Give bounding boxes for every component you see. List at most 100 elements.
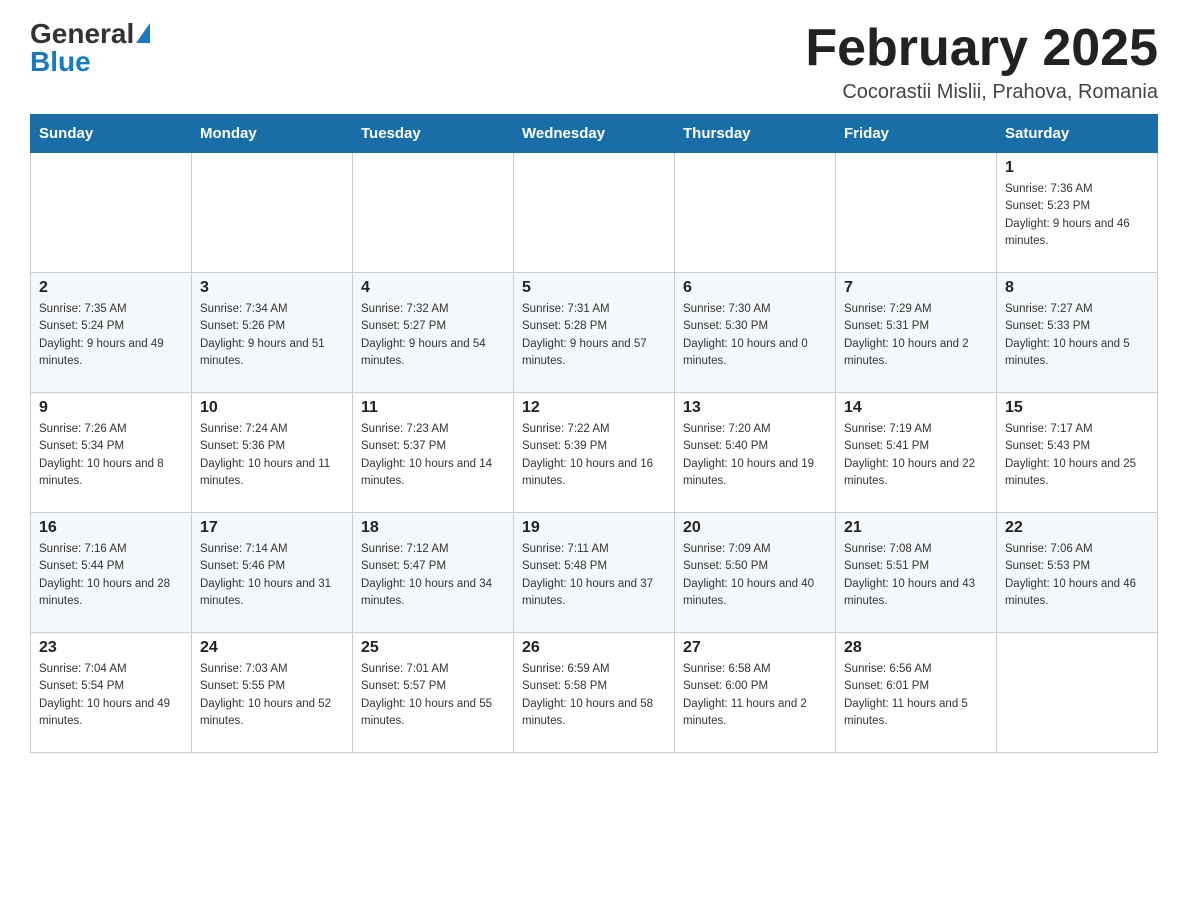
calendar-day-cell bbox=[31, 153, 192, 273]
calendar-day-cell: 13 Sunrise: 7:20 AM Sunset: 5:40 PM Dayli… bbox=[675, 393, 836, 513]
calendar-day-cell bbox=[836, 153, 997, 273]
day-info: Sunrise: 7:06 AM Sunset: 5:53 PM Dayligh… bbox=[1005, 541, 1149, 610]
day-info: Sunrise: 6:58 AM Sunset: 6:00 PM Dayligh… bbox=[683, 661, 827, 730]
calendar-week-row: 16 Sunrise: 7:16 AM Sunset: 5:44 PM Dayli… bbox=[31, 513, 1158, 633]
day-number: 9 bbox=[39, 399, 183, 417]
calendar-day-cell: 25 Sunrise: 7:01 AM Sunset: 5:57 PM Dayli… bbox=[353, 633, 514, 753]
day-info: Sunrise: 7:27 AM Sunset: 5:33 PM Dayligh… bbox=[1005, 301, 1149, 370]
day-number: 11 bbox=[361, 399, 505, 417]
day-number: 25 bbox=[361, 639, 505, 657]
day-number: 13 bbox=[683, 399, 827, 417]
calendar-day-cell: 11 Sunrise: 7:23 AM Sunset: 5:37 PM Dayli… bbox=[353, 393, 514, 513]
day-number: 8 bbox=[1005, 279, 1149, 297]
calendar-day-cell: 12 Sunrise: 7:22 AM Sunset: 5:39 PM Dayli… bbox=[514, 393, 675, 513]
header-sunday: Sunday bbox=[31, 115, 192, 153]
calendar-week-row: 9 Sunrise: 7:26 AM Sunset: 5:34 PM Daylig… bbox=[31, 393, 1158, 513]
day-info: Sunrise: 7:16 AM Sunset: 5:44 PM Dayligh… bbox=[39, 541, 183, 610]
header-thursday: Thursday bbox=[675, 115, 836, 153]
logo: General Blue bbox=[30, 20, 150, 76]
calendar-day-cell: 24 Sunrise: 7:03 AM Sunset: 5:55 PM Dayli… bbox=[192, 633, 353, 753]
day-number: 23 bbox=[39, 639, 183, 657]
calendar-day-cell: 5 Sunrise: 7:31 AM Sunset: 5:28 PM Daylig… bbox=[514, 273, 675, 393]
calendar-day-cell: 4 Sunrise: 7:32 AM Sunset: 5:27 PM Daylig… bbox=[353, 273, 514, 393]
day-number: 26 bbox=[522, 639, 666, 657]
calendar-table: SundayMondayTuesdayWednesdayThursdayFrid… bbox=[30, 114, 1158, 753]
day-info: Sunrise: 7:19 AM Sunset: 5:41 PM Dayligh… bbox=[844, 421, 988, 490]
calendar-title-area: February 2025 Cocorastii Mislii, Prahova… bbox=[805, 20, 1158, 104]
day-number: 22 bbox=[1005, 519, 1149, 537]
day-number: 24 bbox=[200, 639, 344, 657]
day-info: Sunrise: 7:09 AM Sunset: 5:50 PM Dayligh… bbox=[683, 541, 827, 610]
day-info: Sunrise: 7:12 AM Sunset: 5:47 PM Dayligh… bbox=[361, 541, 505, 610]
day-number: 14 bbox=[844, 399, 988, 417]
day-number: 16 bbox=[39, 519, 183, 537]
logo-triangle-icon bbox=[136, 23, 150, 43]
location-subtitle: Cocorastii Mislii, Prahova, Romania bbox=[805, 81, 1158, 104]
day-info: Sunrise: 7:14 AM Sunset: 5:46 PM Dayligh… bbox=[200, 541, 344, 610]
day-info: Sunrise: 7:04 AM Sunset: 5:54 PM Dayligh… bbox=[39, 661, 183, 730]
calendar-day-cell: 10 Sunrise: 7:24 AM Sunset: 5:36 PM Dayli… bbox=[192, 393, 353, 513]
day-number: 6 bbox=[683, 279, 827, 297]
calendar-day-cell: 18 Sunrise: 7:12 AM Sunset: 5:47 PM Dayli… bbox=[353, 513, 514, 633]
month-title: February 2025 bbox=[805, 20, 1158, 77]
day-number: 3 bbox=[200, 279, 344, 297]
day-info: Sunrise: 7:24 AM Sunset: 5:36 PM Dayligh… bbox=[200, 421, 344, 490]
calendar-week-row: 2 Sunrise: 7:35 AM Sunset: 5:24 PM Daylig… bbox=[31, 273, 1158, 393]
calendar-day-cell bbox=[192, 153, 353, 273]
day-info: Sunrise: 7:03 AM Sunset: 5:55 PM Dayligh… bbox=[200, 661, 344, 730]
calendar-day-cell: 21 Sunrise: 7:08 AM Sunset: 5:51 PM Dayli… bbox=[836, 513, 997, 633]
day-info: Sunrise: 7:35 AM Sunset: 5:24 PM Dayligh… bbox=[39, 301, 183, 370]
logo-blue-text: Blue bbox=[30, 48, 150, 76]
calendar-day-cell: 20Sunrise: 7:09 AM Sunset: 5:50 PM Dayli… bbox=[675, 513, 836, 633]
day-number: 18 bbox=[361, 519, 505, 537]
day-info: Sunrise: 7:36 AM Sunset: 5:23 PM Dayligh… bbox=[1005, 181, 1149, 250]
calendar-day-cell: 23 Sunrise: 7:04 AM Sunset: 5:54 PM Dayli… bbox=[31, 633, 192, 753]
day-info: Sunrise: 7:08 AM Sunset: 5:51 PM Dayligh… bbox=[844, 541, 988, 610]
day-info: Sunrise: 7:34 AM Sunset: 5:26 PM Dayligh… bbox=[200, 301, 344, 370]
day-info: Sunrise: 7:01 AM Sunset: 5:57 PM Dayligh… bbox=[361, 661, 505, 730]
day-info: Sunrise: 7:31 AM Sunset: 5:28 PM Dayligh… bbox=[522, 301, 666, 370]
day-number: 10 bbox=[200, 399, 344, 417]
day-info: Sunrise: 7:17 AM Sunset: 5:43 PM Dayligh… bbox=[1005, 421, 1149, 490]
day-number: 28 bbox=[844, 639, 988, 657]
calendar-day-cell bbox=[353, 153, 514, 273]
calendar-day-cell: 8 Sunrise: 7:27 AM Sunset: 5:33 PM Daylig… bbox=[997, 273, 1158, 393]
day-number: 4 bbox=[361, 279, 505, 297]
calendar-day-cell: 2 Sunrise: 7:35 AM Sunset: 5:24 PM Daylig… bbox=[31, 273, 192, 393]
day-info: Sunrise: 7:26 AM Sunset: 5:34 PM Dayligh… bbox=[39, 421, 183, 490]
day-info: Sunrise: 7:32 AM Sunset: 5:27 PM Dayligh… bbox=[361, 301, 505, 370]
day-info: Sunrise: 6:56 AM Sunset: 6:01 PM Dayligh… bbox=[844, 661, 988, 730]
header-wednesday: Wednesday bbox=[514, 115, 675, 153]
calendar-day-cell: 1 Sunrise: 7:36 AM Sunset: 5:23 PM Daylig… bbox=[997, 153, 1158, 273]
calendar-day-cell bbox=[675, 153, 836, 273]
day-info: Sunrise: 7:22 AM Sunset: 5:39 PM Dayligh… bbox=[522, 421, 666, 490]
day-number: 5 bbox=[522, 279, 666, 297]
day-number: 7 bbox=[844, 279, 988, 297]
day-number: 17 bbox=[200, 519, 344, 537]
calendar-day-cell: 14 Sunrise: 7:19 AM Sunset: 5:41 PM Dayli… bbox=[836, 393, 997, 513]
day-number: 12 bbox=[522, 399, 666, 417]
calendar-day-cell: 17 Sunrise: 7:14 AM Sunset: 5:46 PM Dayli… bbox=[192, 513, 353, 633]
header-tuesday: Tuesday bbox=[353, 115, 514, 153]
calendar-week-row: 1 Sunrise: 7:36 AM Sunset: 5:23 PM Daylig… bbox=[31, 153, 1158, 273]
header-monday: Monday bbox=[192, 115, 353, 153]
day-info: Sunrise: 6:59 AM Sunset: 5:58 PM Dayligh… bbox=[522, 661, 666, 730]
calendar-day-cell: 22 Sunrise: 7:06 AM Sunset: 5:53 PM Dayli… bbox=[997, 513, 1158, 633]
day-number: 2 bbox=[39, 279, 183, 297]
day-number: 21 bbox=[844, 519, 988, 537]
day-info: Sunrise: 7:30 AM Sunset: 5:30 PM Dayligh… bbox=[683, 301, 827, 370]
calendar-day-cell: 7Sunrise: 7:29 AM Sunset: 5:31 PM Daylig… bbox=[836, 273, 997, 393]
calendar-day-cell: 15Sunrise: 7:17 AM Sunset: 5:43 PM Dayli… bbox=[997, 393, 1158, 513]
calendar-day-cell: 3 Sunrise: 7:34 AM Sunset: 5:26 PM Daylig… bbox=[192, 273, 353, 393]
day-info: Sunrise: 7:20 AM Sunset: 5:40 PM Dayligh… bbox=[683, 421, 827, 490]
day-number: 1 bbox=[1005, 159, 1149, 177]
day-info: Sunrise: 7:23 AM Sunset: 5:37 PM Dayligh… bbox=[361, 421, 505, 490]
calendar-day-cell: 27Sunrise: 6:58 AM Sunset: 6:00 PM Dayli… bbox=[675, 633, 836, 753]
header-friday: Friday bbox=[836, 115, 997, 153]
header-saturday: Saturday bbox=[997, 115, 1158, 153]
page-header: General Blue February 2025 Cocorastii Mi… bbox=[30, 20, 1158, 104]
calendar-day-cell: 6 Sunrise: 7:30 AM Sunset: 5:30 PM Daylig… bbox=[675, 273, 836, 393]
calendar-day-cell: 28 Sunrise: 6:56 AM Sunset: 6:01 PM Dayli… bbox=[836, 633, 997, 753]
calendar-day-cell: 9 Sunrise: 7:26 AM Sunset: 5:34 PM Daylig… bbox=[31, 393, 192, 513]
calendar-week-row: 23 Sunrise: 7:04 AM Sunset: 5:54 PM Dayli… bbox=[31, 633, 1158, 753]
